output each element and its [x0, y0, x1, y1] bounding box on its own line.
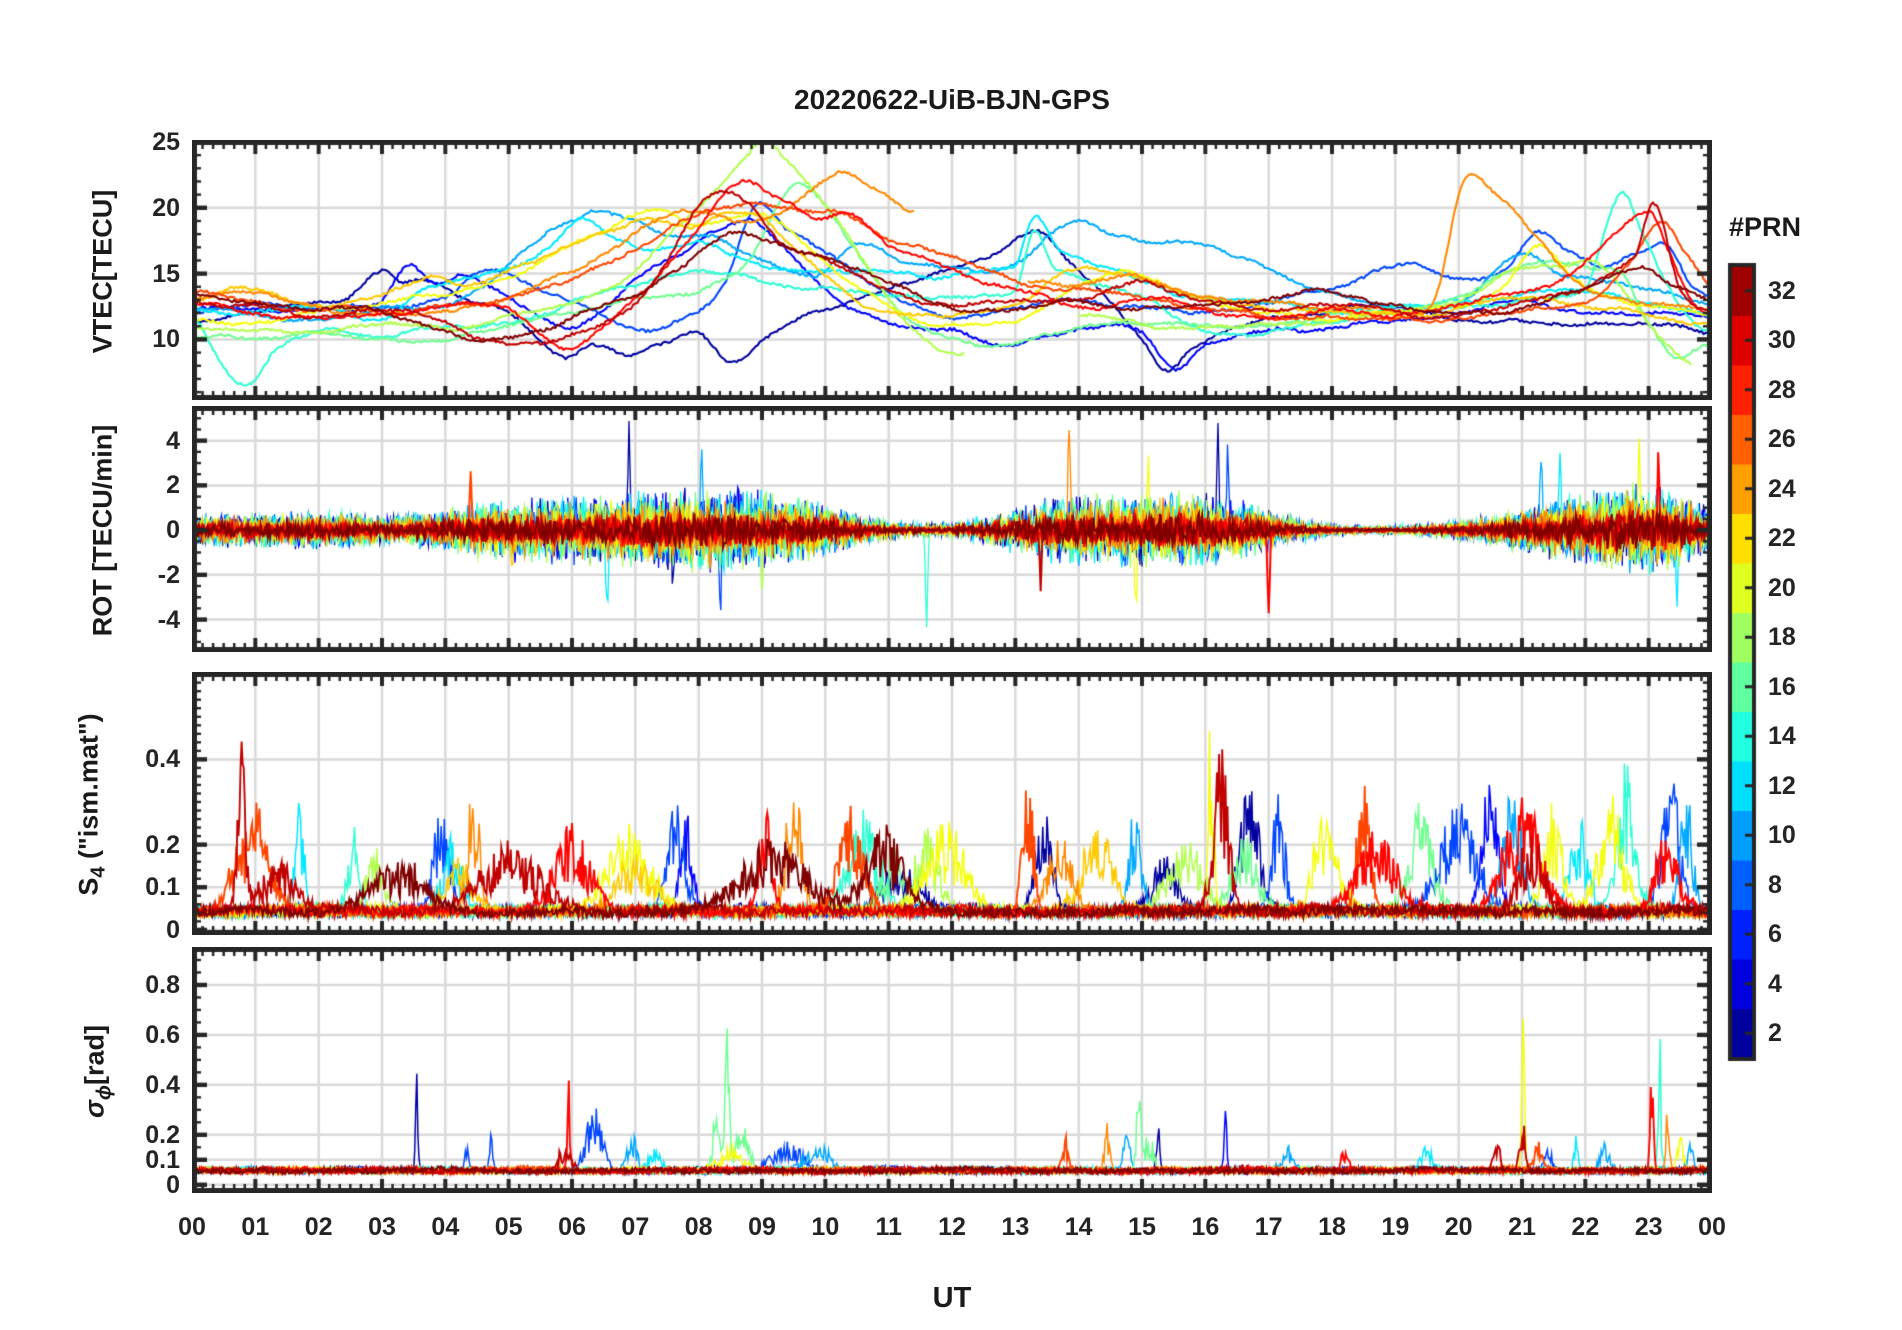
y-tick-label: 10: [152, 325, 180, 354]
y-tick-label: 0: [166, 516, 180, 545]
y-tick-label: 0: [166, 915, 180, 944]
y-tick-label: 0.2: [145, 1120, 180, 1149]
rot-panel-plot: [192, 406, 1712, 652]
y-tick-label: 0.4: [145, 1070, 180, 1099]
colorbar-tick-label: 32: [1768, 276, 1796, 305]
colorbar-tick-label: 26: [1768, 425, 1796, 454]
x-tick-label: 00: [1698, 1213, 1726, 1241]
colorbar-tick-label: 12: [1768, 771, 1796, 800]
colorbar-tick-label: 4: [1768, 969, 1782, 998]
y-tick-label: 20: [152, 193, 180, 222]
figure-page: 20220622-UiB-BJN-GPS VTEC[TECU] ROT [TEC…: [0, 0, 1902, 1330]
y-tick-label: 0.8: [145, 970, 180, 999]
sigma-phi-panel-plot: [192, 947, 1712, 1193]
s4-panel-plot: [192, 672, 1712, 935]
colorbar-tick-label: 10: [1768, 821, 1796, 850]
prn-colorbar: [1727, 262, 1757, 1062]
chart-title: 20220622-UiB-BJN-GPS: [794, 84, 1110, 115]
y-tick-label: 0.1: [145, 873, 180, 902]
colorbar-title: #PRN: [1728, 212, 1802, 242]
colorbar-tick-label: 14: [1768, 722, 1796, 751]
y-tick-label: 4: [166, 426, 180, 455]
colorbar-tick-label: 2: [1768, 1019, 1782, 1048]
colorbar-tick-label: 18: [1768, 623, 1796, 652]
colorbar-tick-label: 28: [1768, 375, 1796, 404]
colorbar-tick-label: 20: [1768, 573, 1796, 602]
y-tick-label: -4: [157, 605, 180, 634]
y-tick-label: 0.2: [145, 830, 180, 859]
colorbar-tick-label: 22: [1768, 524, 1796, 553]
y-tick-label: 15: [152, 259, 180, 288]
y-tick-label: 0.4: [145, 745, 180, 774]
colorbar-tick-label: 6: [1768, 920, 1782, 949]
y-tick-label: 25: [152, 127, 180, 156]
colorbar-tick-label: 30: [1768, 326, 1796, 355]
y-tick-label: 2: [166, 471, 180, 500]
x-axis-label: UT: [932, 1282, 972, 1314]
colorbar-tick-label: 16: [1768, 672, 1796, 701]
colorbar-tick-label: 24: [1768, 474, 1796, 503]
y-tick-label: 0.6: [145, 1020, 180, 1049]
y-tick-label: -2: [157, 560, 180, 589]
vtec-panel-plot: [192, 140, 1712, 400]
colorbar-tick-label: 8: [1768, 870, 1782, 899]
